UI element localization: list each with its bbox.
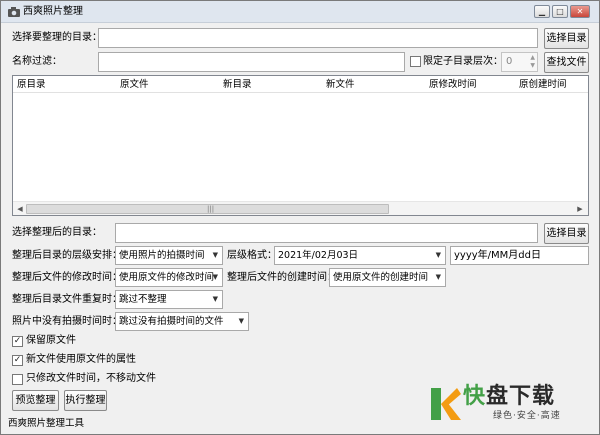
horizontal-scrollbar[interactable]: ◀ ||| ▶ xyxy=(13,201,588,215)
source-dir-input[interactable] xyxy=(98,28,538,48)
name-filter-label: 名称过滤： xyxy=(12,56,62,67)
column-header[interactable]: 原文件 xyxy=(120,78,149,91)
target-dir-label: 选择整理后的目录： xyxy=(12,227,102,238)
file-list-table[interactable]: 原目录 原文件 新目录 新文件 原修改时间 原创建时间 ◀ ||| ▶ xyxy=(12,75,589,216)
limit-depth-stepper[interactable]: 0 ▲ ▼ xyxy=(501,52,538,72)
preview-button[interactable]: 预览整理 xyxy=(12,390,59,411)
watermark-title-a: 快 xyxy=(463,384,487,409)
duplicate-label: 整理后目录文件重复时： xyxy=(12,294,122,305)
hierarchy-select[interactable]: 使用照片的拍摄时间 ▼ xyxy=(115,246,223,265)
minimize-button[interactable]: ▁ xyxy=(534,5,550,18)
minimize-icon: ▁ xyxy=(538,7,546,16)
column-header[interactable]: 原修改时间 xyxy=(429,78,477,91)
status-bar-text: 西爽照片整理工具 xyxy=(8,418,85,429)
select-target-dir-button[interactable]: 选择目录 xyxy=(544,223,589,244)
format-label: 层级格式： xyxy=(227,250,277,261)
column-header[interactable]: 原目录 xyxy=(17,78,46,91)
column-header[interactable]: 新文件 xyxy=(326,78,355,91)
name-filter-input[interactable] xyxy=(98,52,405,72)
stepper-up-icon[interactable]: ▲ xyxy=(530,54,535,62)
mtime-select[interactable]: 使用原文件的修改时间 ▼ xyxy=(115,268,223,287)
ctime-select-value: 使用原文件的创建时间 xyxy=(333,272,429,283)
find-files-button[interactable]: 查找文件 xyxy=(544,52,589,73)
table-header: 原目录 原文件 新目录 新文件 原修改时间 原创建时间 xyxy=(13,76,588,93)
execute-button[interactable]: 执行整理 xyxy=(64,390,107,411)
title-bar[interactable]: 西爽照片整理 ▁ □ ✕ xyxy=(1,1,599,23)
scroll-left-icon[interactable]: ◀ xyxy=(14,203,26,215)
checkmark-icon: ✓ xyxy=(13,336,22,346)
hierarchy-label: 整理后目录的层级安排： xyxy=(12,250,122,261)
grip-icon: ||| xyxy=(207,205,215,213)
chevron-down-icon: ▼ xyxy=(435,273,441,281)
keep-original-label: 保留原文件 xyxy=(26,335,76,346)
chevron-down-icon: ▼ xyxy=(435,251,441,259)
column-header[interactable]: 原创建时间 xyxy=(519,78,567,91)
limit-depth-label: 限定子目录层次： xyxy=(423,56,503,67)
modify-time-only-checkbox[interactable] xyxy=(12,374,23,385)
duplicate-select[interactable]: 跳过不整理 ▼ xyxy=(115,290,223,309)
window-title: 西爽照片整理 xyxy=(23,6,83,17)
checkmark-icon: ✓ xyxy=(13,355,22,365)
chevron-down-icon: ▼ xyxy=(238,317,244,325)
watermark-title: 快盘下载 xyxy=(463,384,555,410)
kuaipan-logo-icon xyxy=(427,386,463,422)
scrollbar-thumb[interactable]: ||| xyxy=(26,204,389,214)
select-source-dir-button[interactable]: 选择目录 xyxy=(544,28,589,49)
modify-time-only-label: 只修改文件时间，不移动文件 xyxy=(26,373,156,384)
watermark-title-b: 盘下载 xyxy=(486,384,556,409)
no-capture-time-select[interactable]: 跳过没有拍摄时间的文件 ▼ xyxy=(115,312,249,331)
use-original-attrs-checkbox[interactable]: ✓ xyxy=(12,355,23,366)
format-select[interactable]: 2021年/02月03日 ▼ xyxy=(274,246,446,265)
ctime-select[interactable]: 使用原文件的创建时间 ▼ xyxy=(329,268,446,287)
close-button[interactable]: ✕ xyxy=(570,5,590,18)
camera-icon xyxy=(7,6,21,18)
chevron-down-icon: ▼ xyxy=(212,295,218,303)
format-select-value: 2021年/02月03日 xyxy=(278,250,359,261)
maximize-button[interactable]: □ xyxy=(552,5,568,18)
main-window: 西爽照片整理 ▁ □ ✕ 选择要整理的目录： 选择目录 名称过滤： 限定子目录层… xyxy=(0,0,600,435)
watermark-subtitle: 绿色·安全·高速 xyxy=(493,411,561,421)
chevron-down-icon: ▼ xyxy=(212,251,218,259)
stepper-down-icon[interactable]: ▼ xyxy=(530,62,535,70)
duplicate-select-value: 跳过不整理 xyxy=(119,294,167,305)
column-header[interactable]: 新目录 xyxy=(223,78,252,91)
format-pattern-input[interactable]: yyyy年/MM月dd日 xyxy=(450,246,589,265)
no-capture-time-label: 照片中没有拍摄时间时： xyxy=(12,316,122,327)
limit-depth-value: 0 xyxy=(506,56,513,67)
keep-original-checkbox[interactable]: ✓ xyxy=(12,336,23,347)
scroll-right-icon[interactable]: ▶ xyxy=(574,203,586,215)
mtime-label: 整理后文件的修改时间： xyxy=(12,272,122,283)
maximize-icon: □ xyxy=(556,7,564,16)
hierarchy-select-value: 使用照片的拍摄时间 xyxy=(119,250,205,261)
use-original-attrs-label: 新文件使用原文件的属性 xyxy=(26,354,136,365)
target-dir-input[interactable] xyxy=(115,223,538,243)
ctime-label: 整理后文件的创建时间： xyxy=(227,272,337,283)
mtime-select-value: 使用原文件的修改时间 xyxy=(119,272,215,283)
chevron-down-icon: ▼ xyxy=(212,273,218,281)
no-capture-time-select-value: 跳过没有拍摄时间的文件 xyxy=(119,316,224,327)
limit-depth-checkbox[interactable] xyxy=(410,56,421,67)
close-icon: ✕ xyxy=(576,7,584,16)
source-dir-label: 选择要整理的目录： xyxy=(12,32,102,43)
